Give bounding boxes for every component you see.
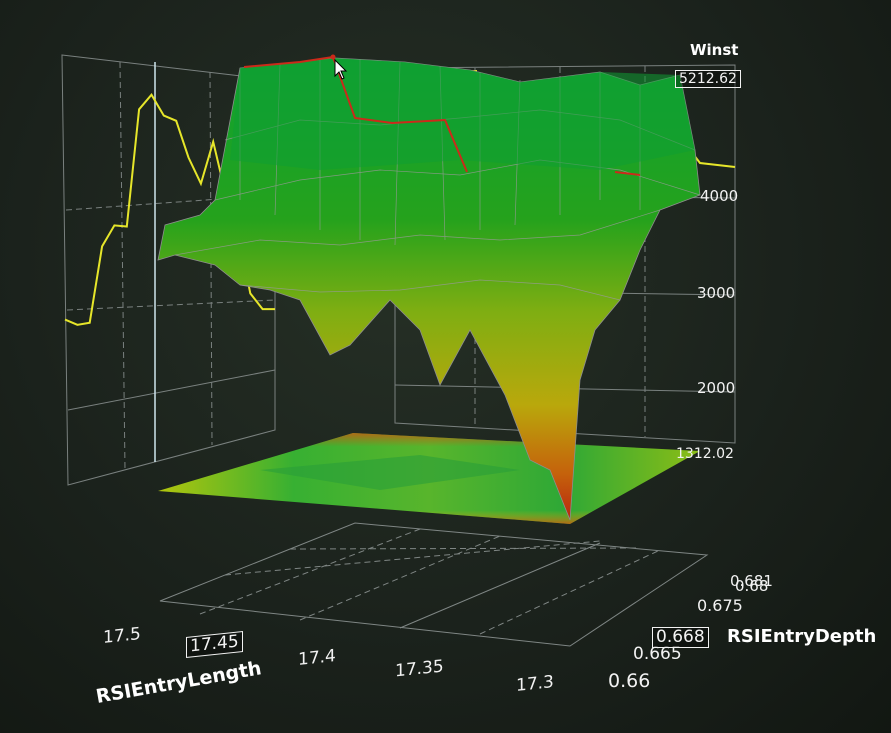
chart-canvas[interactable] xyxy=(0,0,891,733)
floor-grid xyxy=(159,522,709,647)
selected-point-marker[interactable] xyxy=(330,54,336,60)
y-axis-tick-0-68: 0.68 xyxy=(735,577,769,595)
floor-heatmap xyxy=(158,433,700,524)
chart-stage: Winst 5212.62 4000 3000 2000 1312.02 17.… xyxy=(0,0,891,733)
z-axis-title: Winst xyxy=(690,41,739,59)
z-axis-tick-4000: 4000 xyxy=(700,187,739,205)
z-axis-max-label: 5212.62 xyxy=(675,70,741,88)
y-axis-tick-0-675: 0.675 xyxy=(697,596,743,615)
x-axis-tick-17-3: 17.3 xyxy=(516,672,554,696)
y-axis-title: RSIEntryDepth xyxy=(727,626,877,647)
x-axis-tick-17-5: 17.5 xyxy=(103,624,141,648)
z-axis-tick-2000: 2000 xyxy=(697,379,736,397)
y-axis-tick-0-668: 0.668 xyxy=(652,627,709,648)
y-axis-tick-0-66: 0.66 xyxy=(608,670,651,692)
z-axis-min-label: 1312.02 xyxy=(676,446,734,462)
x-axis-tick-17-4: 17.4 xyxy=(298,646,336,670)
y-axis-tick-0-665: 0.665 xyxy=(633,644,682,664)
z-axis-tick-3000: 3000 xyxy=(697,284,736,302)
